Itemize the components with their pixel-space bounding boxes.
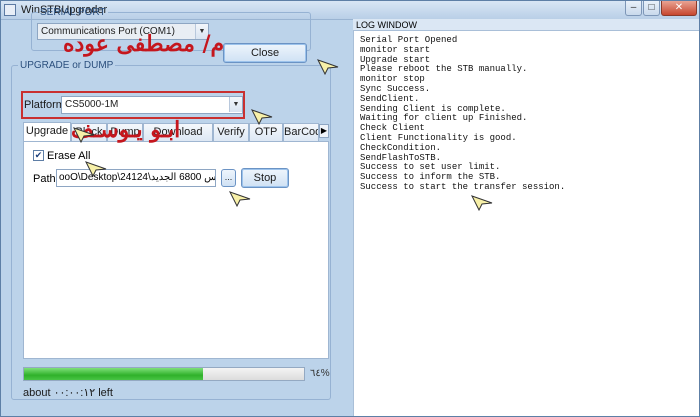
log-window: Serial Port Opened monitor start Upgrade s… bbox=[353, 31, 699, 416]
annotation-arrow-icon bbox=[251, 109, 273, 125]
path-input[interactable]: ooO\Desktop\24124\برفكس 6800 الجديد.bin bbox=[56, 169, 216, 187]
annotation-arrow-icon bbox=[471, 195, 493, 211]
log-window-header: LOG WINDOW bbox=[353, 19, 699, 31]
tab-scroll-right-icon[interactable]: ▶ bbox=[319, 124, 329, 138]
chevron-down-icon[interactable]: ▼ bbox=[229, 97, 242, 112]
stop-button[interactable]: Stop bbox=[241, 168, 289, 188]
annotation-arrow-icon bbox=[73, 127, 95, 143]
annotation-arrow-icon bbox=[85, 161, 107, 177]
upgrade-legend: UPGRADE or DUMP bbox=[20, 60, 114, 71]
close-window-button[interactable]: ✕ bbox=[661, 1, 697, 16]
tab-otp[interactable]: OTP bbox=[249, 123, 283, 141]
platform-label: Platform bbox=[24, 99, 65, 111]
browse-button[interactable]: ... bbox=[221, 169, 236, 187]
platform-select[interactable]: CS5000-1M ▼ bbox=[61, 96, 243, 114]
platform-select-value: CS5000-1M bbox=[65, 99, 119, 110]
erase-all-checkbox[interactable]: ✔ bbox=[33, 150, 44, 161]
time-remaining: about ٠٠:٠٠:١٢ left bbox=[23, 387, 113, 399]
annotation-arrow-icon bbox=[317, 59, 339, 75]
erase-all-label: Erase All bbox=[47, 150, 91, 162]
progress-bar bbox=[23, 367, 305, 381]
serial-port-legend: SERIAL PORT bbox=[40, 7, 106, 18]
app-icon bbox=[4, 4, 16, 16]
overlay-author-name: م/ مصطفى عوده bbox=[63, 31, 225, 57]
maximize-button[interactable]: □ bbox=[643, 1, 660, 16]
log-lines: Serial Port Opened monitor start Upgrade s… bbox=[354, 35, 566, 193]
annotation-arrow-icon bbox=[229, 191, 251, 207]
progress-percent: ٦٤% bbox=[310, 368, 330, 379]
log-line: Success to start the transfer session. bbox=[360, 181, 566, 192]
tab-upgrade[interactable]: Upgrade bbox=[23, 122, 71, 141]
minimize-button[interactable]: – bbox=[625, 1, 642, 16]
tab-verify[interactable]: Verify bbox=[213, 123, 249, 141]
main-window: WinSTBUpgrader – □ ✕ SERIAL PORT Communi… bbox=[0, 0, 700, 417]
path-label: Path bbox=[33, 173, 56, 185]
tab-barcode[interactable]: BarCode bbox=[283, 123, 319, 141]
progress-bar-fill bbox=[24, 368, 204, 380]
